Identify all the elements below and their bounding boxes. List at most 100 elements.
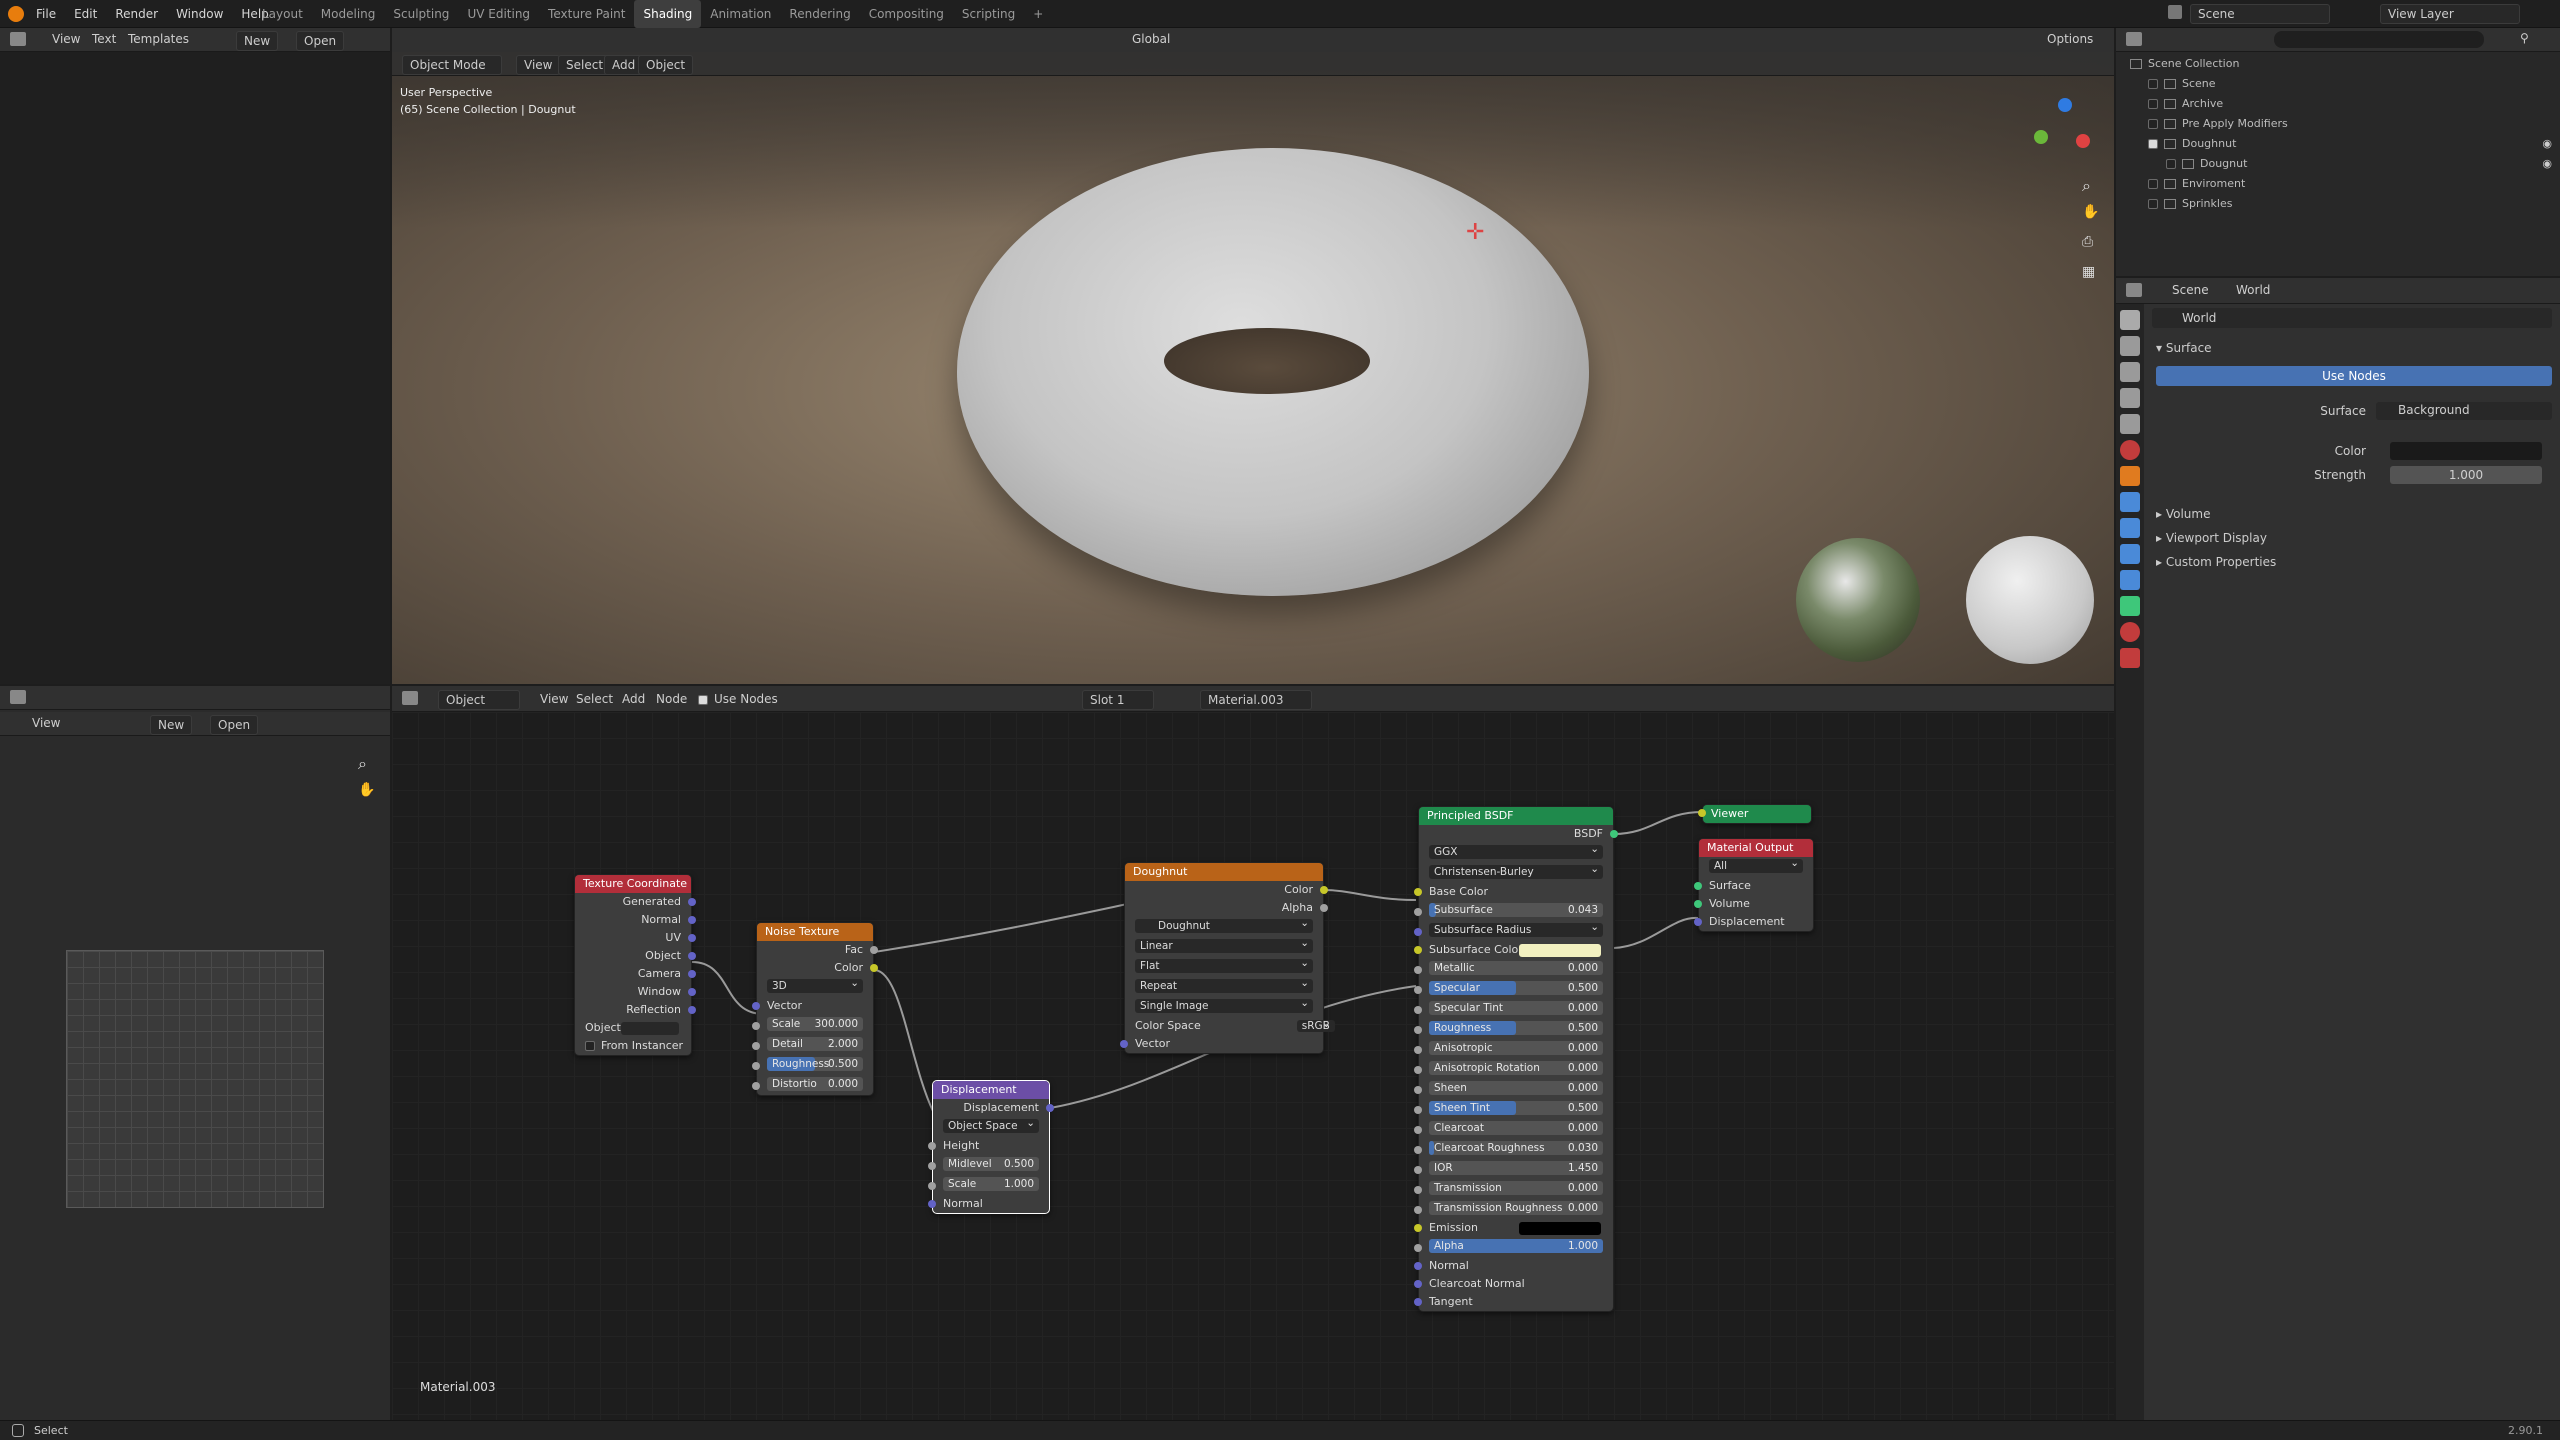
socket-dot[interactable] bbox=[1414, 966, 1422, 974]
socket-dot[interactable] bbox=[1414, 1206, 1422, 1214]
bsdf-input-row[interactable]: Subsurface Color bbox=[1414, 941, 1613, 959]
tab-texture-paint[interactable]: Texture Paint bbox=[539, 0, 634, 28]
bsdf-value-field[interactable]: Sheen 0.000 bbox=[1429, 1081, 1603, 1095]
socket-dot[interactable] bbox=[1414, 928, 1422, 936]
socket-dot[interactable] bbox=[1414, 908, 1422, 916]
socket-fac[interactable]: Fac bbox=[757, 941, 878, 959]
bsdf-value-field[interactable]: Specular Tint 0.000 bbox=[1429, 1001, 1603, 1015]
socket-dot[interactable] bbox=[1414, 1146, 1422, 1154]
filter-icon[interactable]: ⚲ bbox=[2520, 31, 2529, 45]
socket-output[interactable]: Normal bbox=[575, 911, 696, 929]
object-picker[interactable] bbox=[621, 1022, 679, 1035]
socket-dot[interactable] bbox=[1320, 886, 1328, 894]
socket-bsdf[interactable]: BSDF bbox=[1419, 825, 1618, 843]
socket-dot[interactable] bbox=[1414, 1046, 1422, 1054]
socket-dot[interactable] bbox=[688, 916, 696, 924]
z-axis-icon[interactable] bbox=[2058, 98, 2072, 112]
exclude-checkbox[interactable] bbox=[2148, 199, 2158, 209]
socket-surface[interactable]: Surface bbox=[1694, 877, 1813, 895]
image-selector[interactable]: Doughnut bbox=[1135, 916, 1313, 933]
socket-dot[interactable] bbox=[1414, 1186, 1422, 1194]
tab-compositing[interactable]: Compositing bbox=[860, 0, 953, 28]
zoom-icon[interactable]: ⌕ bbox=[358, 754, 376, 773]
bsdf-input-row[interactable]: Emission bbox=[1414, 1219, 1613, 1237]
image-open-button[interactable]: Open bbox=[210, 715, 259, 735]
outliner-item[interactable]: Scene Collection bbox=[2116, 54, 2560, 74]
bsdf-value-field[interactable]: Specular 0.500 bbox=[1429, 981, 1603, 995]
tab-scripting[interactable]: Scripting bbox=[953, 0, 1024, 28]
tab-shading[interactable]: Shading bbox=[634, 0, 702, 28]
editor-type-icon[interactable] bbox=[10, 690, 26, 704]
menu-render[interactable]: Render bbox=[115, 0, 158, 28]
bsdf-input-row[interactable]: Sheen Tint 0.500 bbox=[1414, 1101, 1613, 1119]
world-tab-icon[interactable] bbox=[2120, 440, 2140, 460]
view-layer-tab-icon[interactable] bbox=[2120, 388, 2140, 408]
volume-section-header[interactable]: ▸ Volume bbox=[2146, 502, 2560, 526]
socket-vector[interactable]: Vector bbox=[1120, 1035, 1323, 1053]
node-displacement[interactable]: Displacement Displacement Object Space H… bbox=[928, 1080, 1054, 1214]
bsdf-input-row[interactable]: Anisotropic 0.000 bbox=[1414, 1041, 1613, 1059]
scene-selector[interactable]: Scene bbox=[2190, 4, 2330, 24]
bsdf-value-field[interactable]: Alpha 1.000 bbox=[1429, 1239, 1603, 1253]
text-menu-templates[interactable]: Templates bbox=[128, 32, 189, 46]
color-swatch[interactable] bbox=[1519, 944, 1601, 957]
use-nodes-button[interactable]: Use Nodes bbox=[2156, 366, 2552, 386]
socket-dot[interactable] bbox=[1414, 1166, 1422, 1174]
menu-window[interactable]: Window bbox=[176, 0, 223, 28]
exclude-checkbox[interactable] bbox=[2166, 159, 2176, 169]
space-dropdown[interactable]: Object Space bbox=[943, 1116, 1039, 1133]
text-menu-text[interactable]: Text bbox=[92, 32, 116, 46]
midlevel-field[interactable]: Midlevel 0.500 bbox=[943, 1157, 1039, 1171]
navigation-gizmo[interactable] bbox=[2032, 94, 2098, 160]
tab-sculpting[interactable]: Sculpting bbox=[384, 0, 458, 28]
bsdf-value-field[interactable]: Roughness 0.500 bbox=[1429, 1021, 1603, 1035]
object-mode-dropdown[interactable]: Object Mode bbox=[402, 55, 502, 75]
socket-output[interactable]: Generated bbox=[575, 893, 696, 911]
socket-color[interactable]: Color bbox=[757, 959, 878, 977]
bsdf-input-row[interactable]: Clearcoat Roughness 0.030 bbox=[1414, 1141, 1613, 1159]
bsdf-input-row[interactable]: Subsurface 0.043 bbox=[1414, 903, 1613, 921]
exclude-checkbox[interactable] bbox=[2148, 79, 2158, 89]
socket-output[interactable]: UV bbox=[575, 929, 696, 947]
surface-shader-selector[interactable]: Background bbox=[2376, 402, 2552, 420]
bsdf-value-field[interactable]: Subsurface 0.043 bbox=[1429, 903, 1603, 917]
constraints-tab-icon[interactable] bbox=[2120, 570, 2140, 590]
socket-dot[interactable] bbox=[1414, 946, 1422, 954]
outliner-item[interactable]: Enviroment bbox=[2116, 174, 2560, 194]
socket-dot[interactable] bbox=[1414, 1298, 1422, 1306]
viewport-menu-view[interactable]: View bbox=[516, 55, 561, 75]
socket-dot[interactable] bbox=[1320, 904, 1328, 912]
socket-dot[interactable] bbox=[1610, 830, 1618, 838]
node-image-texture[interactable]: Doughnut Color Alpha Doughnut Linear Fla… bbox=[1120, 862, 1335, 1054]
socket-displacement[interactable]: Displacement bbox=[933, 1099, 1054, 1117]
target-dropdown[interactable]: All bbox=[1709, 856, 1803, 873]
scene-tab-icon[interactable] bbox=[2120, 414, 2140, 434]
viewport-display-section-header[interactable]: ▸ Viewport Display bbox=[2146, 526, 2560, 550]
image-new-button[interactable]: New bbox=[150, 715, 193, 735]
visibility-eye-icon[interactable]: ◉ bbox=[2542, 134, 2552, 154]
modifier-tab-icon[interactable] bbox=[2120, 492, 2140, 512]
text-menu-view[interactable]: View bbox=[52, 32, 80, 46]
text-open-button[interactable]: Open bbox=[296, 31, 345, 51]
socket-dot[interactable] bbox=[1694, 900, 1702, 908]
particles-tab-icon[interactable] bbox=[2120, 518, 2140, 538]
from-instancer-row[interactable]: From Instancer bbox=[575, 1037, 691, 1055]
scale-field[interactable]: Scale 1.000 bbox=[943, 1177, 1039, 1191]
bsdf-value-field[interactable]: Anisotropic 0.000 bbox=[1429, 1041, 1603, 1055]
pan-hand-icon[interactable]: ✋ bbox=[358, 782, 376, 800]
socket-dot[interactable] bbox=[688, 898, 696, 906]
text-new-button[interactable]: New bbox=[236, 31, 279, 51]
tab-animation[interactable]: Animation bbox=[701, 0, 780, 28]
object-tab-icon[interactable] bbox=[2120, 466, 2140, 486]
socket-dot[interactable] bbox=[688, 1006, 696, 1014]
bsdf-input-row[interactable]: Alpha 1.000 bbox=[1414, 1239, 1613, 1257]
outliner-item[interactable]: Scene bbox=[2116, 74, 2560, 94]
object-field-row[interactable]: Object bbox=[575, 1019, 691, 1037]
menu-file[interactable]: File bbox=[36, 0, 56, 28]
socket-vector[interactable]: Vector bbox=[752, 997, 873, 1015]
socket-output[interactable]: Camera bbox=[575, 965, 696, 983]
socket-color[interactable]: Color bbox=[1125, 881, 1328, 899]
roughness-field[interactable]: Roughness 0.500 bbox=[767, 1057, 863, 1071]
node-texture-coordinate[interactable]: Texture Coordinate Generated Normal UV Obje… bbox=[574, 874, 696, 1056]
socket-displacement-in[interactable]: Displacement bbox=[1694, 913, 1813, 931]
